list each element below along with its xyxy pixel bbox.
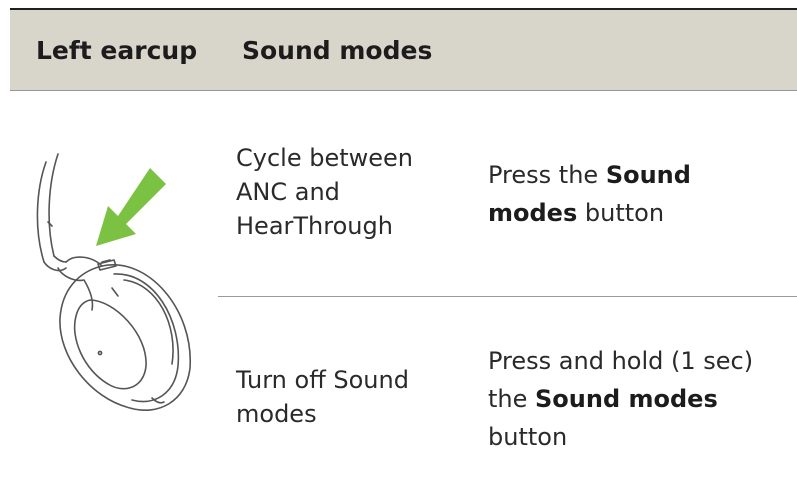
row1-action: Cycle between ANC and HearThrough [236, 141, 466, 243]
row2-instruction-text: the [488, 385, 536, 413]
row2-instruction-bold: Sound modes [535, 385, 718, 413]
header-divider [10, 90, 797, 91]
row1-instruction-text: Press the [488, 161, 606, 189]
row2-instruction: Press and hold (1 sec) the Sound modes b… [488, 342, 788, 456]
row2-action-line: modes [236, 400, 317, 428]
headphone-earcup-icon [36, 153, 191, 411]
row2-action-line: Turn off Sound [236, 366, 409, 394]
row1-action-line: HearThrough [236, 212, 393, 240]
row1-instruction: Press the Sound modes button [488, 156, 788, 232]
row1-action-line: Cycle between [236, 144, 413, 172]
header-sound-modes: Sound modes [242, 36, 433, 65]
row2-action: Turn off Sound modes [236, 363, 466, 431]
row-divider [218, 296, 797, 297]
row2-instruction-line: the Sound modes [488, 380, 788, 418]
row1-instruction-line: modes button [488, 194, 788, 232]
row1-instruction-line: Press the Sound [488, 156, 788, 194]
row2-instruction-line: button [488, 423, 568, 451]
row1-action-line: ANC and [236, 178, 340, 206]
header-left-earcup: Left earcup [36, 36, 198, 65]
row1-instruction-text: button [577, 199, 665, 227]
row2-instruction-line: Press and hold (1 sec) [488, 347, 754, 375]
row1-instruction-bold: Sound [605, 161, 691, 189]
row1-instruction-bold: modes [488, 199, 578, 227]
